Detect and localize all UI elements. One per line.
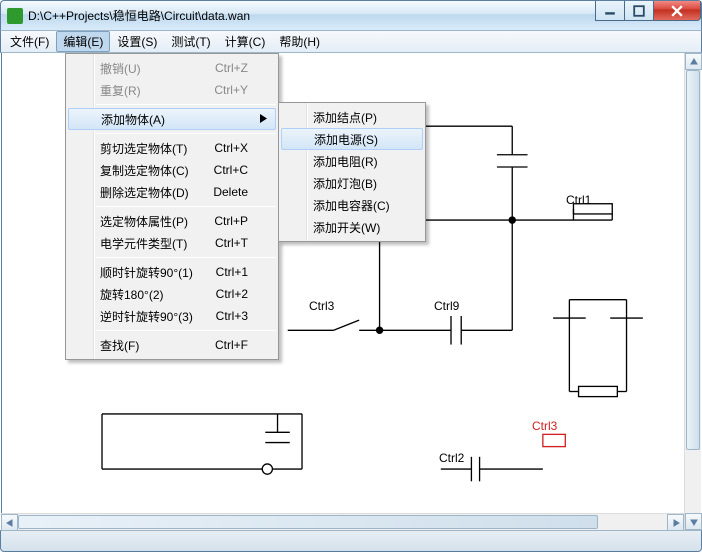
menu-redo[interactable]: 重复(R)Ctrl+Y — [66, 79, 278, 101]
minimize-button[interactable] — [595, 1, 625, 21]
menu-component-types[interactable]: 电学元件类型(T)Ctrl+T — [66, 232, 278, 254]
menu-settings[interactable]: 设置(S) — [110, 31, 164, 52]
menu-file[interactable]: 文件(F) — [3, 31, 56, 52]
window-titlebar: D:\C++Projects\稳恒电路\Circuit\data.wan — [0, 0, 702, 30]
menu-rotate-ccw[interactable]: 逆时针旋转90°(3)Ctrl+3 — [66, 305, 278, 327]
submenu-arrow-icon — [260, 112, 267, 126]
window-title: D:\C++Projects\稳恒电路\Circuit\data.wan — [28, 7, 250, 24]
menu-undo[interactable]: 撤销(U)Ctrl+Z — [66, 57, 278, 79]
horizontal-scrollbar[interactable] — [1, 513, 684, 530]
submenu-add-source[interactable]: 添加电源(S) — [281, 128, 423, 150]
submenu-add-capacitor[interactable]: 添加电容器(C) — [279, 194, 425, 216]
menu-rotate-cw[interactable]: 顺时针旋转90°(1)Ctrl+1 — [66, 261, 278, 283]
close-button[interactable] — [653, 1, 701, 21]
menu-delete[interactable]: 删除选定物体(D)Delete — [66, 181, 278, 203]
label-ctrl3-red: Ctrl3 — [532, 419, 557, 433]
vertical-scrollbar[interactable] — [684, 53, 701, 530]
menu-cut[interactable]: 剪切选定物体(T)Ctrl+X — [66, 137, 278, 159]
menu-help[interactable]: 帮助(H) — [272, 31, 327, 52]
submenu-add-switch[interactable]: 添加开关(W) — [279, 216, 425, 238]
submenu-add-node[interactable]: 添加结点(P) — [279, 106, 425, 128]
menubar: 文件(F) 编辑(E) 设置(S) 测试(T) 计算(C) 帮助(H) — [0, 30, 702, 53]
menu-test[interactable]: 测试(T) — [164, 31, 217, 52]
menu-calc[interactable]: 计算(C) — [218, 31, 273, 52]
submenu-add-bulb[interactable]: 添加灯泡(B) — [279, 172, 425, 194]
submenu-add-resistor[interactable]: 添加电阻(R) — [279, 150, 425, 172]
label-ctrl1: Ctrl1 — [566, 193, 591, 207]
maximize-button[interactable] — [624, 1, 654, 21]
menu-rotate-180[interactable]: 旋转180°(2)Ctrl+2 — [66, 283, 278, 305]
edit-menu-dropdown: 撤销(U)Ctrl+Z 重复(R)Ctrl+Y 添加物体(A) 剪切选定物体(T… — [65, 53, 279, 360]
menu-edit[interactable]: 编辑(E) — [56, 31, 110, 52]
menu-add-object[interactable]: 添加物体(A) — [68, 108, 276, 130]
menu-properties[interactable]: 选定物体属性(P)Ctrl+P — [66, 210, 278, 232]
add-object-submenu: 添加结点(P) 添加电源(S) 添加电阻(R) 添加灯泡(B) 添加电容器(C)… — [278, 102, 426, 242]
label-ctrl2: Ctrl2 — [439, 451, 464, 465]
statusbar — [0, 530, 702, 552]
label-ctrl9: Ctrl9 — [434, 299, 459, 313]
label-ctrl3: Ctrl3 — [309, 299, 334, 313]
menu-copy[interactable]: 复制选定物体(C)Ctrl+C — [66, 159, 278, 181]
menu-find[interactable]: 查找(F)Ctrl+F — [66, 334, 278, 356]
app-icon — [7, 8, 23, 24]
